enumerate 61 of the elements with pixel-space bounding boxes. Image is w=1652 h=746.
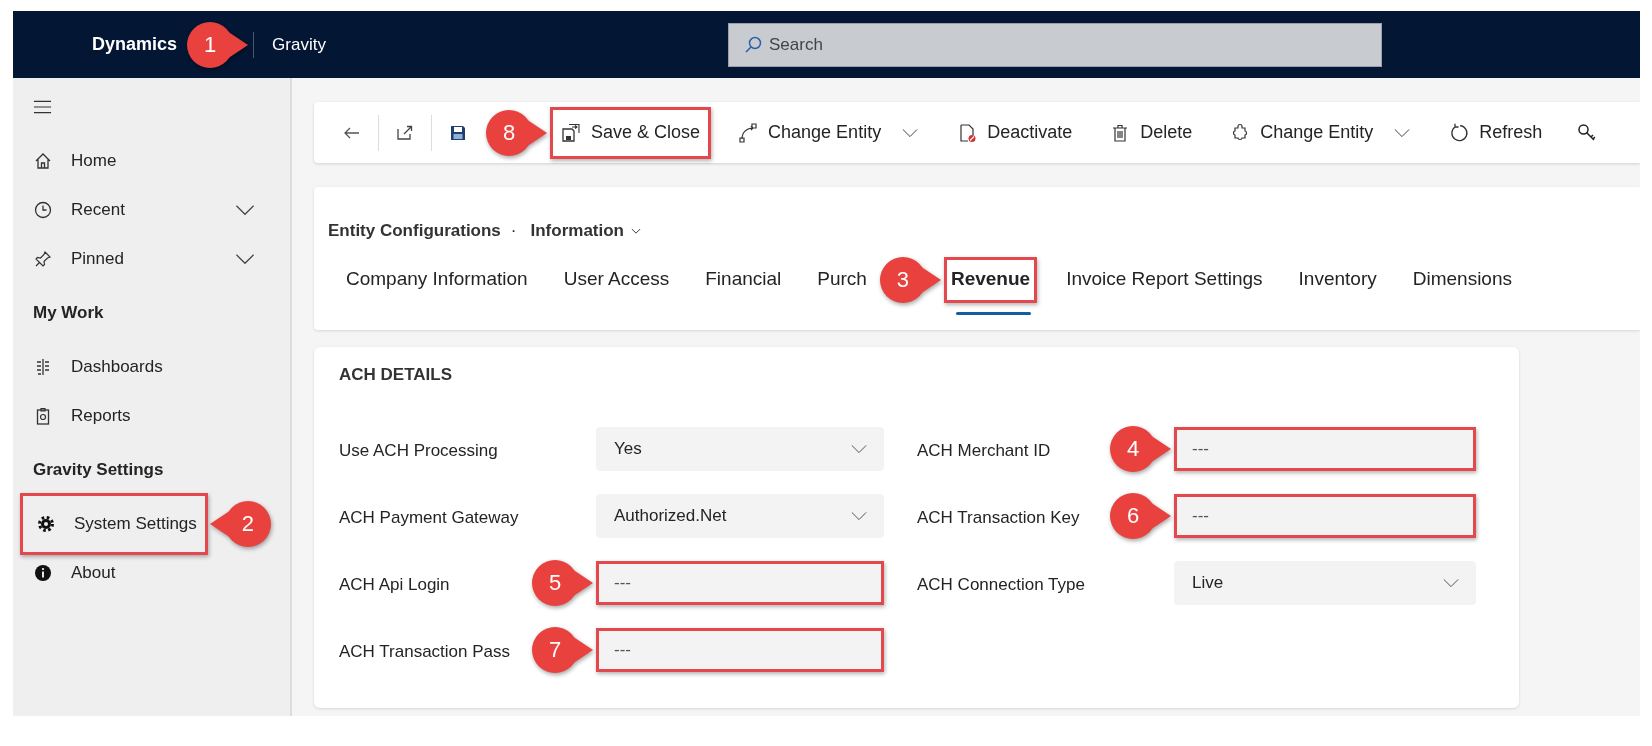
menu-icon[interactable] (33, 100, 52, 114)
tab[interactable]: Financial (698, 257, 789, 303)
nav-item[interactable]: Dashboards (20, 342, 266, 391)
pin-icon (33, 248, 53, 269)
nav-item[interactable]: Home (20, 136, 266, 185)
nav-item[interactable]: Reports (20, 391, 266, 440)
toolbar-button[interactable]: Refresh (1438, 106, 1554, 159)
search-field[interactable]: Search (728, 22, 1382, 67)
input-field[interactable]: --- (1174, 427, 1476, 471)
settings-icon (36, 513, 56, 534)
tab[interactable]: Dimensions (1405, 257, 1519, 303)
entity-name: Entity Configurations (328, 221, 501, 241)
info-icon (33, 562, 53, 583)
form-selector[interactable]: Information (526, 221, 641, 241)
area-name[interactable]: Gravity (272, 34, 326, 55)
toolbar-button[interactable]: Change Entity (727, 106, 931, 159)
nav-item[interactable]: Recent (20, 185, 266, 234)
key-icon (1577, 122, 1598, 143)
search-icon (743, 34, 763, 55)
dropdown-field[interactable]: Yes (596, 427, 884, 471)
chevron-icon (234, 252, 256, 265)
tab[interactable]: User Access (556, 257, 677, 303)
clock-icon (33, 199, 53, 220)
field-label: ACH Api Login (339, 575, 450, 594)
dropdown-field[interactable]: Live (1174, 561, 1476, 605)
chevron-icon (631, 227, 641, 235)
app-name[interactable]: Dynamics (92, 34, 178, 55)
input-field[interactable]: --- (596, 628, 884, 672)
refresh-icon (1449, 122, 1470, 143)
section-heading: Gravity Settings (32, 459, 165, 481)
chevron-icon (850, 444, 868, 454)
toolbar-button[interactable]: Save & Close (550, 106, 712, 159)
breadcrumb-separator: · (510, 221, 517, 241)
field-label: ACH Merchant ID (917, 441, 1051, 460)
tab[interactable]: Purch (810, 257, 874, 303)
nav-item[interactable]: Pinned (20, 234, 266, 283)
input-field[interactable]: --- (596, 561, 884, 605)
document-icon (957, 122, 978, 143)
tab[interactable]: Company Information (339, 257, 535, 303)
chevron-icon (234, 203, 256, 216)
chevron-icon (901, 127, 920, 138)
tab[interactable]: Revenue (943, 257, 1038, 303)
swap-icon (738, 122, 759, 143)
field-label: Use ACH Processing (339, 441, 498, 460)
toolbar-button[interactable]: Delete (1099, 106, 1204, 159)
tab[interactable]: Invoice Report Settings (1059, 257, 1270, 303)
chevron-icon (850, 511, 868, 521)
chevron-icon (1442, 578, 1460, 588)
field-label: ACH Transaction Pass (339, 642, 510, 661)
field-label: ACH Connection Type (917, 575, 1085, 594)
save-close-icon (561, 122, 581, 143)
input-field[interactable]: --- (1174, 494, 1476, 538)
chevron-icon (1393, 127, 1412, 138)
field-label: ACH Payment Gateway (339, 508, 519, 527)
dropdown-field[interactable]: Authorized.Net (596, 494, 884, 538)
section-title: ACH DETAILS (339, 365, 453, 385)
tab[interactable]: Inventory (1291, 257, 1384, 303)
field-label: ACH Transaction Key (917, 508, 1080, 527)
section-heading: My Work (32, 302, 105, 324)
toolbar-button[interactable]: Change Entity (1219, 106, 1423, 159)
toolbar-button[interactable]: Deactivate (946, 106, 1084, 159)
